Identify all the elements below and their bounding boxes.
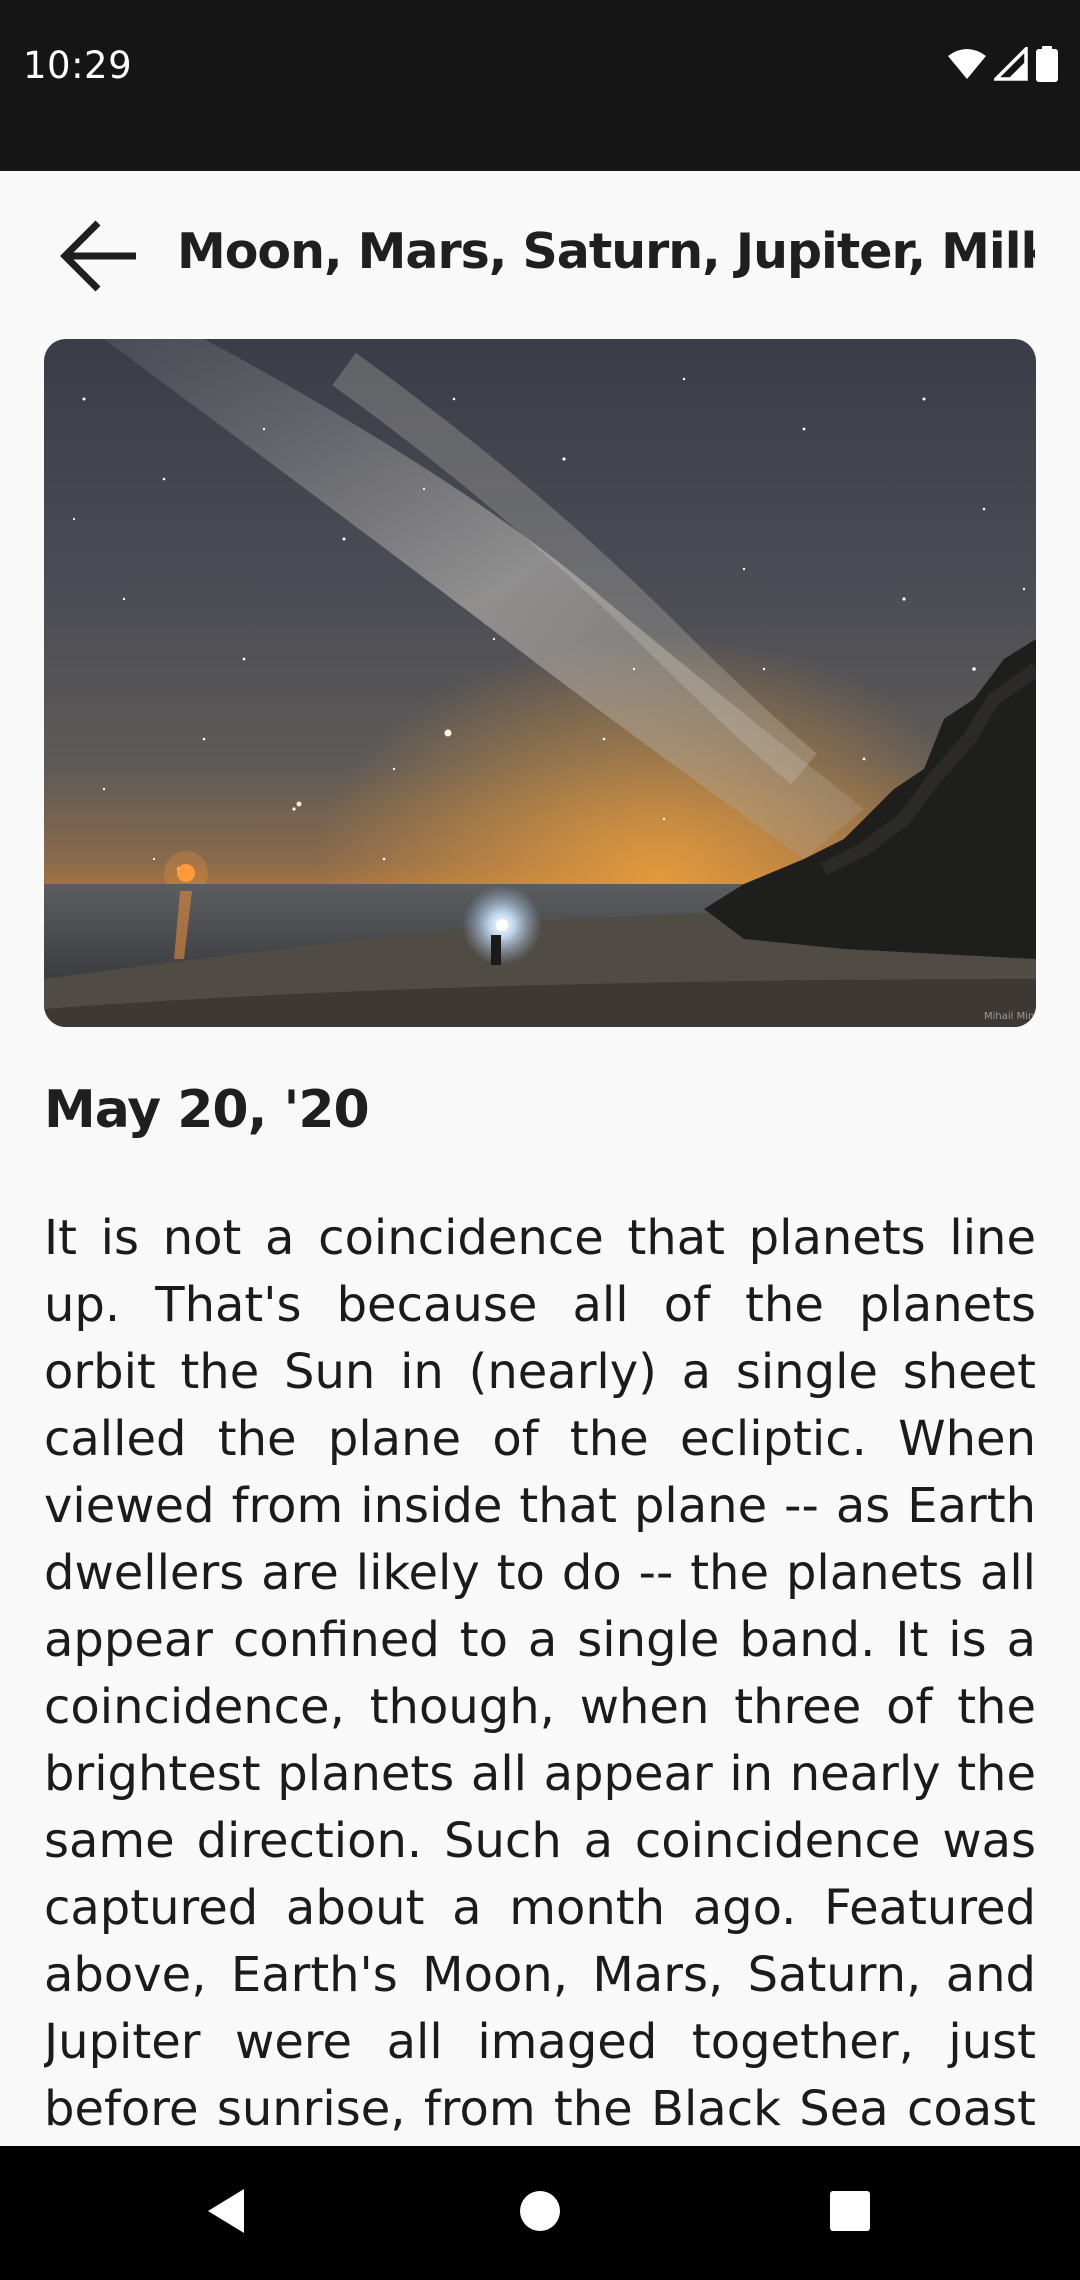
- back-triangle-icon: [204, 2187, 248, 2239]
- arrow-back-icon: [60, 219, 138, 297]
- app-header: Moon, Mars, Saturn, Jupiter, Milky Way: [0, 171, 1080, 339]
- status-icons: [948, 44, 1058, 86]
- night-sky-photo: Mihail Mino: [44, 339, 1036, 1027]
- back-button[interactable]: [44, 213, 154, 303]
- nav-back-button[interactable]: [181, 2168, 271, 2258]
- post-date: May 20, '20: [44, 1080, 370, 1140]
- status-bar: 10:29: [0, 0, 1080, 171]
- post-explanation: It is not a coincidence that planets lin…: [44, 1210, 1036, 2137]
- nav-home-button[interactable]: [495, 2168, 585, 2258]
- page-title: Moon, Mars, Saturn, Jupiter, Milky Way: [177, 223, 1035, 280]
- nav-recents-button[interactable]: [805, 2168, 895, 2258]
- status-time: 10:29: [23, 44, 133, 87]
- wifi-icon: [948, 48, 986, 84]
- hero-image[interactable]: Mihail Mino: [44, 339, 1036, 1027]
- home-circle-icon: [518, 2189, 562, 2237]
- photo-watermark: Mihail Mino: [984, 1011, 1036, 1022]
- system-nav-bar: [0, 2146, 1080, 2280]
- recents-square-icon: [829, 2190, 871, 2236]
- cell-signal-icon: [991, 44, 1028, 85]
- battery-icon: [1036, 46, 1058, 86]
